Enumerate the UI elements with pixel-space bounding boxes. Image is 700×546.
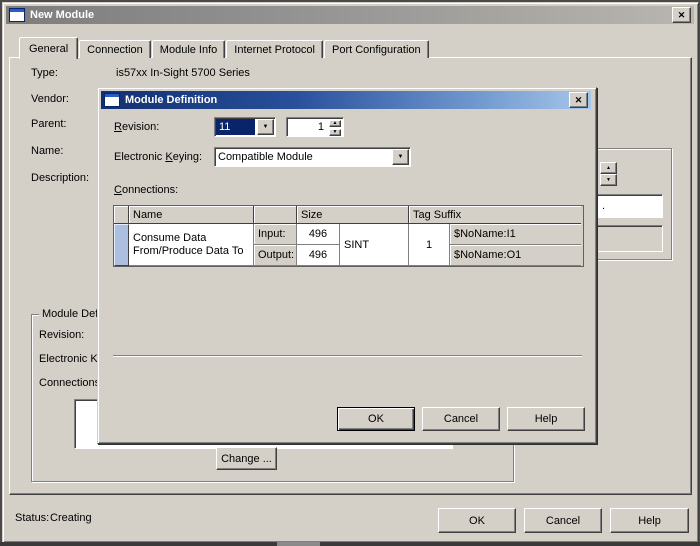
tab-connection[interactable]: Connection bbox=[79, 40, 151, 58]
name-label: Name: bbox=[31, 145, 63, 157]
screen: { "colors": { "dialog_bg": "#d4d0c8", "s… bbox=[0, 0, 700, 546]
modal-ok-label: OK bbox=[368, 413, 384, 425]
background-strip bbox=[0, 542, 700, 546]
divider bbox=[113, 355, 582, 357]
revision-major-dropdown[interactable]: 11 ▼ bbox=[214, 117, 276, 137]
input-tag-cell: $NoName:I1 bbox=[450, 224, 581, 245]
connections-table: Name Size Tag Suffix Consume Data From/P… bbox=[113, 205, 584, 267]
help-button[interactable]: Help bbox=[610, 508, 689, 533]
tab-connection-label: Connection bbox=[87, 44, 143, 56]
modal-ok-button[interactable]: OK bbox=[337, 407, 415, 431]
new-module-titlebar[interactable]: New Module ✕ bbox=[6, 6, 694, 24]
revision-major-value: 11 bbox=[216, 119, 255, 135]
ok-button[interactable]: OK bbox=[438, 508, 516, 533]
header-tag-suffix: Tag Suffix bbox=[409, 206, 581, 224]
header-size: Size bbox=[297, 206, 409, 224]
module-definition-titlebar[interactable]: Module Definition ✕ bbox=[101, 91, 591, 109]
type-label: Type: bbox=[31, 67, 58, 79]
tab-port-configuration-label: Port Configuration bbox=[332, 44, 421, 56]
keying-label-rest: eying: bbox=[173, 151, 202, 163]
revision-label: Revision: bbox=[114, 121, 159, 133]
change-button-label: Change ... bbox=[221, 453, 272, 465]
description-label: Description: bbox=[31, 172, 89, 184]
revision-minor-spin-buttons: ▲ ▼ bbox=[328, 119, 342, 135]
header-selector-cell bbox=[114, 206, 129, 224]
chevron-down-icon[interactable]: ▼ bbox=[257, 119, 274, 135]
input-size-cell[interactable]: 496 bbox=[297, 224, 340, 245]
connections-label-rest: onnections: bbox=[122, 184, 178, 196]
summary-revision-label: Revision: bbox=[39, 329, 84, 341]
row-selector[interactable] bbox=[114, 224, 129, 266]
connections-label-key: C bbox=[114, 184, 122, 196]
tab-internet-protocol[interactable]: Internet Protocol bbox=[226, 40, 323, 58]
input-label-cell: Input: bbox=[254, 224, 297, 245]
summary-connections-label: Connections: bbox=[39, 377, 103, 389]
header-name: Name bbox=[129, 206, 254, 224]
address-spinner[interactable]: ▲ ▼ bbox=[600, 162, 617, 186]
connection-name-line1: Consume Data bbox=[133, 232, 206, 245]
keying-label-pre: Electronic bbox=[114, 151, 165, 163]
chevron-down-icon[interactable]: ▼ bbox=[392, 149, 409, 165]
window-icon bbox=[104, 93, 120, 107]
output-size-cell[interactable]: 496 bbox=[297, 245, 340, 266]
spin-up-icon[interactable]: ▲ bbox=[329, 120, 341, 127]
status-value: Creating bbox=[50, 512, 92, 524]
electronic-keying-label: Electronic Keying: bbox=[114, 151, 202, 163]
status-label: Status: bbox=[15, 512, 49, 524]
connections-label: Connections: bbox=[114, 184, 178, 196]
tab-module-info-label: Module Info bbox=[160, 44, 217, 56]
tag-count-cell: 1 bbox=[409, 224, 450, 266]
revision-label-key: R bbox=[114, 121, 122, 133]
connection-name-cell: Consume Data From/Produce Data To bbox=[129, 224, 254, 266]
tab-port-configuration[interactable]: Port Configuration bbox=[324, 40, 429, 58]
modal-title: Module Definition bbox=[125, 94, 217, 106]
connection-name-line2: From/Produce Data To bbox=[133, 245, 243, 258]
revision-minor-value: 1 bbox=[287, 118, 327, 136]
vendor-label: Vendor: bbox=[31, 93, 69, 105]
electronic-keying-dropdown[interactable]: Compatible Module ▼ bbox=[214, 147, 411, 167]
tab-internet-protocol-label: Internet Protocol bbox=[234, 44, 315, 56]
output-label-cell: Output: bbox=[254, 245, 297, 266]
tab-general[interactable]: General bbox=[19, 37, 78, 59]
modal-cancel-button[interactable]: Cancel bbox=[422, 407, 500, 431]
window-icon bbox=[9, 8, 25, 22]
close-icon[interactable]: ✕ bbox=[569, 92, 588, 108]
change-button[interactable]: Change ... bbox=[216, 447, 277, 470]
spin-down-icon[interactable]: ▼ bbox=[600, 174, 617, 186]
background-strip-patch bbox=[277, 542, 320, 546]
header-blank bbox=[254, 206, 297, 224]
close-icon[interactable]: ✕ bbox=[672, 7, 691, 23]
revision-label-rest: evision: bbox=[122, 121, 159, 133]
tab-general-label: General bbox=[29, 43, 68, 55]
window-title: New Module bbox=[30, 9, 94, 21]
parent-label: Parent: bbox=[31, 118, 66, 130]
cancel-button-label: Cancel bbox=[546, 515, 580, 527]
modal-help-label: Help bbox=[535, 413, 558, 425]
type-value: is57xx In-Sight 5700 Series bbox=[116, 67, 250, 79]
output-tag-cell: $NoName:O1 bbox=[450, 245, 581, 266]
ok-button-label: OK bbox=[469, 515, 485, 527]
cancel-button[interactable]: Cancel bbox=[524, 508, 602, 533]
spin-up-icon[interactable]: ▲ bbox=[600, 162, 617, 174]
tab-strip: General Connection Module Info Internet … bbox=[19, 37, 430, 59]
help-button-label: Help bbox=[638, 515, 661, 527]
module-definition-dialog: Module Definition ✕ Revision: 11 ▼ 1 ▲ ▼… bbox=[97, 87, 597, 444]
keying-label-key: K bbox=[165, 151, 172, 163]
spin-down-icon[interactable]: ▼ bbox=[329, 129, 341, 136]
electronic-keying-value: Compatible Module bbox=[215, 148, 391, 166]
revision-minor-spinner[interactable]: 1 ▲ ▼ bbox=[286, 117, 344, 137]
tab-module-info[interactable]: Module Info bbox=[152, 40, 225, 58]
modal-help-button[interactable]: Help bbox=[507, 407, 585, 431]
data-type-cell: SINT bbox=[340, 224, 409, 266]
modal-cancel-label: Cancel bbox=[444, 413, 478, 425]
